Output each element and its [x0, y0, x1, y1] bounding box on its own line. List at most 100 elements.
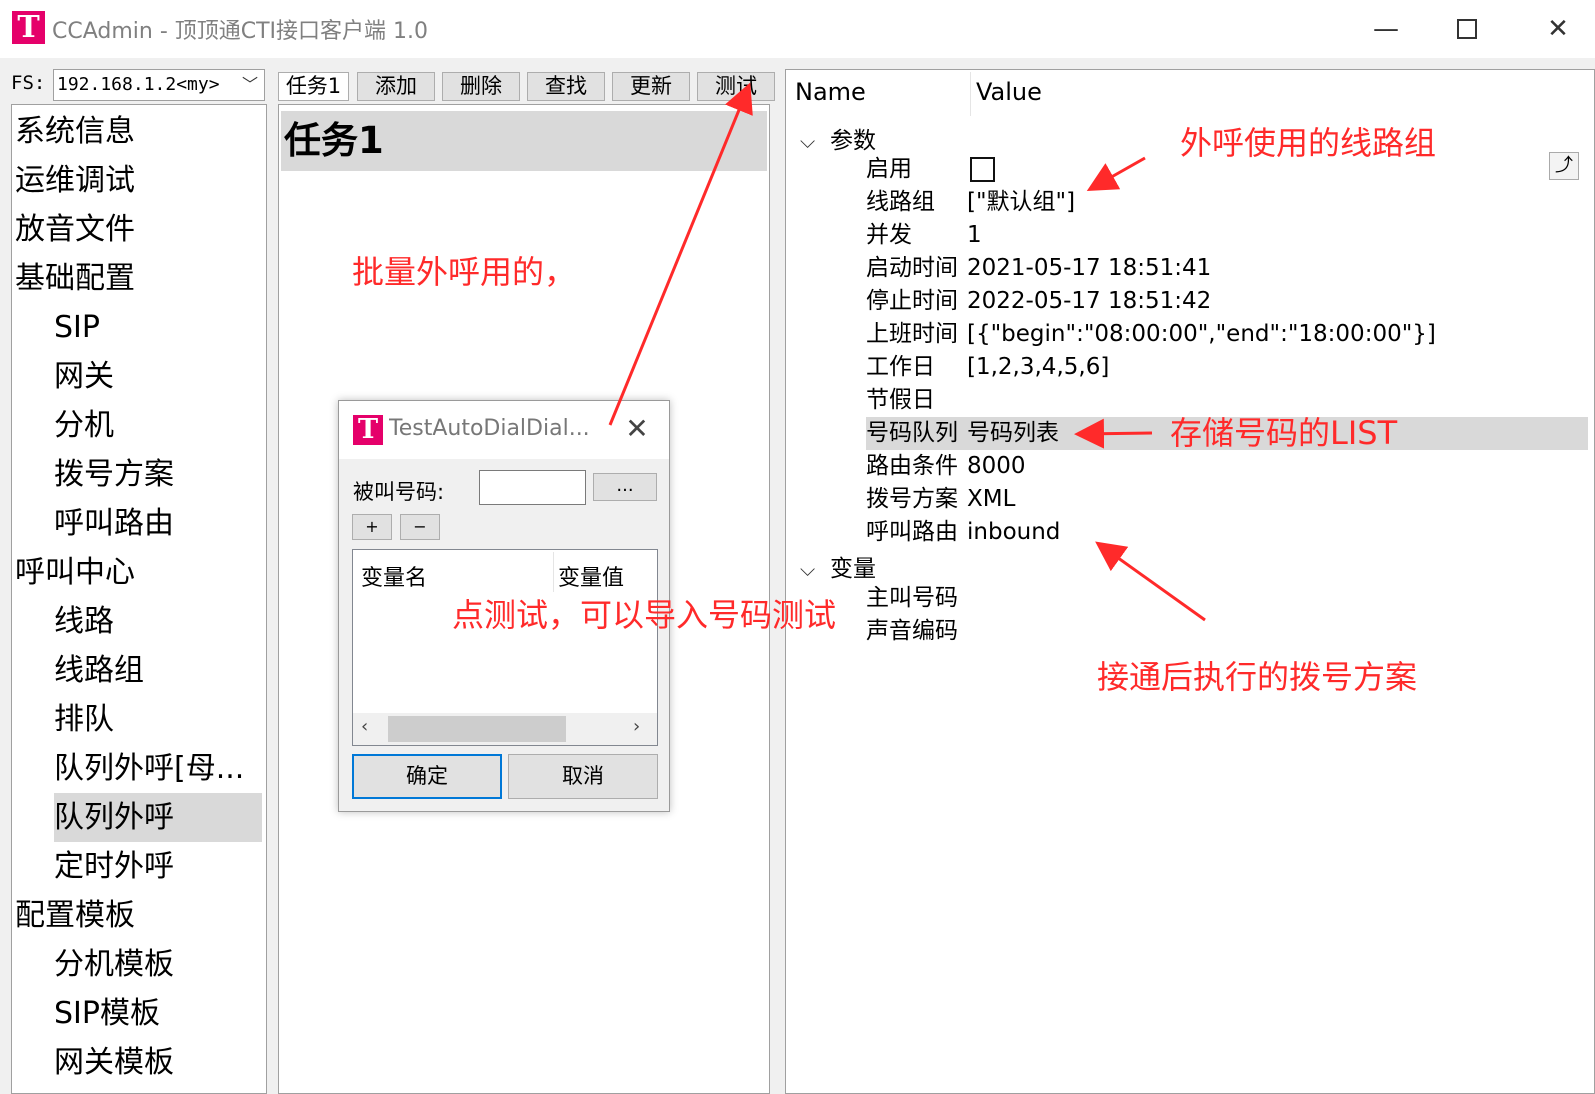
variables-table: 变量名 变量值 ‹ ›	[352, 549, 658, 746]
prop-row-caller-number[interactable]: 主叫号码	[866, 582, 1588, 615]
prop-key: 停止时间	[866, 288, 958, 314]
called-number-label: 被叫号码:	[353, 480, 445, 504]
column-divider[interactable]	[970, 72, 971, 116]
group-label: 变量	[830, 556, 876, 582]
nav-item-extension[interactable]: 分机	[54, 401, 262, 450]
scrollbar-thumb[interactable]	[388, 716, 566, 742]
nav-item-gateway[interactable]: 网关	[54, 352, 262, 401]
prop-row-enable[interactable]: 启用	[866, 153, 1588, 186]
fs-label: FS:	[11, 72, 46, 94]
remove-variable-button[interactable]: −	[400, 514, 440, 540]
close-button[interactable]: ✕	[1528, 8, 1588, 50]
maximize-button[interactable]	[1437, 8, 1497, 50]
title-bar: T CCAdmin - 顶顶通CTI接口客户端 1.0 — ✕	[0, 0, 1595, 58]
nav-item-call-route[interactable]: 呼叫路由	[54, 499, 262, 548]
nav-item-call-center[interactable]: 呼叫中心	[15, 548, 263, 597]
nav-item-basic-config[interactable]: 基础配置	[15, 254, 263, 303]
nav-item-extension-template[interactable]: 分机模板	[54, 940, 262, 989]
prop-value: inbound	[967, 519, 1061, 545]
prop-key: 拨号方案	[866, 486, 958, 512]
prop-value: 号码列表	[967, 420, 1059, 446]
prop-row-number-queue[interactable]: 号码队列 号码列表	[866, 417, 1588, 450]
prop-value: ["默认组"]	[967, 189, 1076, 215]
find-button[interactable]: 查找	[527, 72, 605, 101]
nav-item-queue[interactable]: 排队	[54, 695, 262, 744]
group-variables[interactable]: ⌵ 变量	[800, 549, 876, 583]
maximize-icon	[1457, 19, 1477, 39]
horizontal-scrollbar[interactable]: ‹ ›	[353, 713, 657, 745]
nav-item-queue-outbound-parent[interactable]: 队列外呼[母...	[54, 744, 262, 793]
fs-server-select[interactable]: 192.168.1.2<my> ﹀	[53, 69, 265, 101]
update-button[interactable]: 更新	[612, 72, 690, 101]
nav-tree: 系统信息 运维调试 放音文件 基础配置 SIP 网关 分机 拨号方案 呼叫路由 …	[11, 104, 267, 1094]
browse-button[interactable]: ...	[593, 473, 657, 501]
prop-value: 2022-05-17 18:51:42	[967, 288, 1212, 314]
prop-row-concurrency[interactable]: 并发 1	[866, 219, 1588, 252]
nav-item-dialplan[interactable]: 拨号方案	[54, 450, 262, 499]
ok-button[interactable]: 确定	[352, 754, 502, 799]
nav-item-line[interactable]: 线路	[54, 597, 262, 646]
nav-item-audio-files[interactable]: 放音文件	[15, 205, 263, 254]
minimize-button[interactable]: —	[1356, 8, 1416, 50]
prop-row-start-time[interactable]: 启动时间 2021-05-17 18:51:41	[866, 252, 1588, 285]
prop-row-call-route[interactable]: 呼叫路由 inbound	[866, 516, 1588, 549]
nav-item-sip-template[interactable]: SIP模板	[54, 989, 262, 1038]
nav-item-sip[interactable]: SIP	[54, 303, 262, 352]
dialog-close-button[interactable]: ✕	[617, 411, 657, 447]
prop-row-line-group[interactable]: 线路组 ["默认组"]	[866, 186, 1588, 219]
scroll-right-icon[interactable]: ›	[633, 716, 640, 737]
add-variable-button[interactable]: +	[352, 514, 392, 540]
chevron-down-icon: ﹀	[241, 75, 258, 94]
prop-row-stop-time[interactable]: 停止时间 2022-05-17 18:51:42	[866, 285, 1588, 318]
prop-row-workdays[interactable]: 工作日 [1,2,3,4,5,6]	[866, 351, 1588, 384]
column-header-name[interactable]: Name	[795, 78, 866, 106]
prop-key: 启用	[866, 156, 912, 182]
add-button[interactable]: 添加	[357, 72, 435, 101]
chevron-down-icon[interactable]: ⌵	[800, 129, 830, 153]
dialog-title: TestAutoDialDial...	[389, 416, 590, 441]
prop-key: 线路组	[866, 189, 935, 215]
test-button[interactable]: 测试	[697, 72, 775, 101]
column-header-value[interactable]: Value	[976, 78, 1042, 106]
group-label: 参数	[830, 128, 876, 154]
nav-item-line-group[interactable]: 线路组	[54, 646, 262, 695]
nav-item-scheduled-outbound[interactable]: 定时外呼	[54, 842, 262, 891]
called-number-input[interactable]	[479, 470, 586, 505]
cancel-button[interactable]: 取消	[508, 754, 658, 799]
prop-key: 主叫号码	[866, 585, 958, 611]
prop-key: 呼叫路由	[866, 519, 958, 545]
prop-row-route-condition[interactable]: 路由条件 8000	[866, 450, 1588, 483]
fs-server-value: 192.168.1.2<my>	[57, 74, 220, 95]
sort-button[interactable]: ⤴	[1549, 152, 1579, 180]
app-logo-icon: T	[12, 11, 45, 44]
enable-checkbox[interactable]	[970, 157, 995, 182]
column-header-var-value[interactable]: 变量值	[558, 560, 624, 592]
delete-button[interactable]: 删除	[442, 72, 520, 101]
nav-item-system-info[interactable]: 系统信息	[15, 107, 263, 156]
nav-item-queue-outbound[interactable]: 队列外呼	[54, 793, 262, 842]
prop-row-audio-codec[interactable]: 声音编码	[866, 615, 1588, 648]
group-params[interactable]: ⌵ 参数	[800, 121, 876, 155]
prop-row-dialplan[interactable]: 拨号方案 XML	[866, 483, 1588, 516]
prop-key: 工作日	[866, 354, 935, 380]
task-name-field[interactable]: 任务1	[278, 72, 349, 101]
prop-value: [{"begin":"08:00:00","end":"18:00:00"}]	[967, 321, 1436, 347]
prop-key: 声音编码	[866, 618, 958, 644]
nav-item-ops-debug[interactable]: 运维调试	[15, 156, 263, 205]
column-divider[interactable]	[553, 552, 554, 592]
prop-value: 8000	[967, 453, 1026, 479]
prop-value: [1,2,3,4,5,6]	[967, 354, 1110, 380]
prop-row-work-hours[interactable]: 上班时间 [{"begin":"08:00:00","end":"18:00:0…	[866, 318, 1588, 351]
nav-item-config-templates[interactable]: 配置模板	[15, 891, 263, 940]
prop-key: 号码队列	[866, 420, 958, 446]
prop-value: 1	[967, 222, 982, 248]
prop-value: XML	[967, 486, 1016, 512]
task-list-item[interactable]: 任务1	[281, 111, 767, 171]
prop-key: 路由条件	[866, 453, 958, 479]
nav-item-gateway-template[interactable]: 网关模板	[54, 1038, 262, 1087]
column-header-var-name[interactable]: 变量名	[361, 560, 427, 592]
prop-row-holidays[interactable]: 节假日	[866, 384, 1588, 417]
chevron-down-icon[interactable]: ⌵	[800, 557, 830, 581]
test-autodial-dialog: T TestAutoDialDial... ✕ 被叫号码: ... + − 变量…	[338, 400, 670, 812]
scroll-left-icon[interactable]: ‹	[361, 716, 368, 737]
